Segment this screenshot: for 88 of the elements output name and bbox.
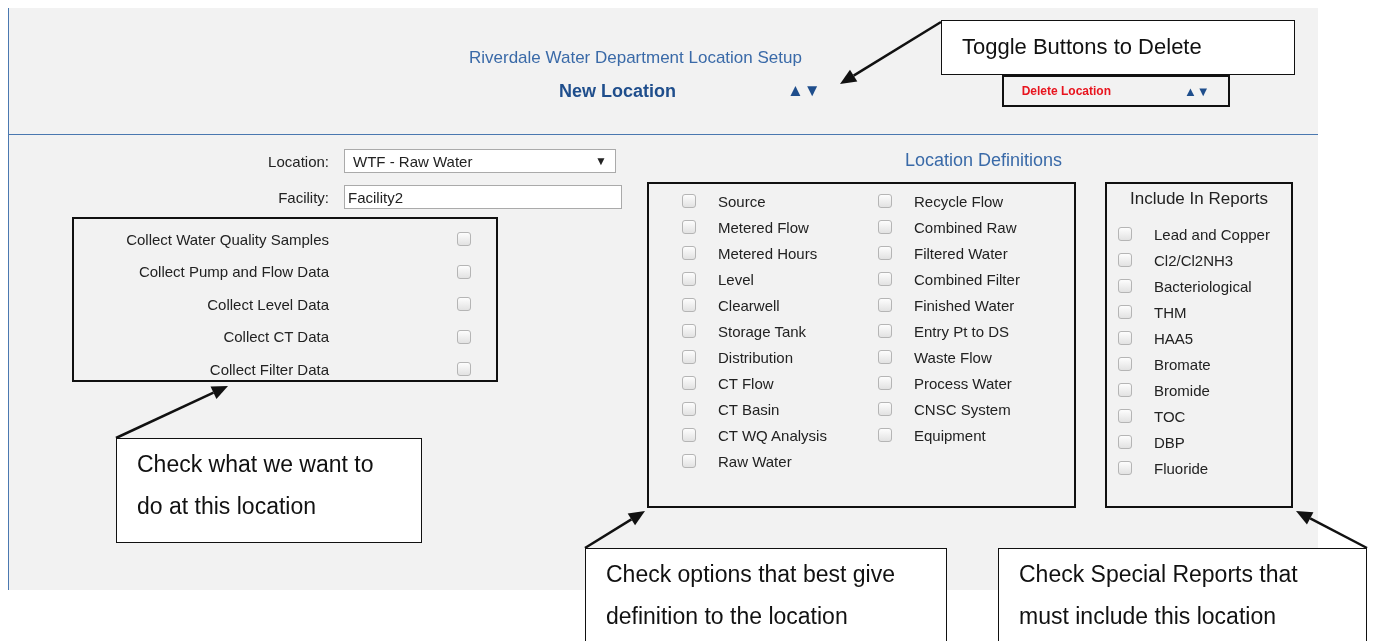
callout-note: Check options that best give definition to the location	[585, 548, 947, 641]
checkbox[interactable]	[682, 220, 696, 234]
option-label: Collect Filter Data	[208, 360, 329, 378]
checkbox[interactable]	[1118, 305, 1132, 319]
checkbox[interactable]	[1118, 227, 1132, 241]
option-label: Bacteriological	[1154, 277, 1252, 295]
checkbox[interactable]	[878, 194, 892, 208]
checkbox[interactable]	[878, 402, 892, 416]
option-label: Waste Flow	[914, 348, 992, 366]
field-label: Location:	[267, 152, 329, 170]
delete-location-toggle[interactable]: Delete Location ▲▼	[1001, 75, 1230, 107]
callout-note: Check Special Reports that must include this location	[998, 548, 1367, 641]
option-label: Distribution	[718, 348, 794, 366]
option-label: Bromide	[1154, 381, 1210, 399]
option-label: Process Water	[914, 374, 1012, 392]
callout-note: Check what we want to do at this location	[116, 438, 422, 543]
section-title: Include In Reports	[1130, 189, 1269, 209]
checkbox[interactable]	[1118, 461, 1132, 475]
option-label: Equipment	[914, 426, 986, 444]
location-select[interactable]: WTF - Raw Water ▼	[344, 149, 616, 173]
checkbox[interactable]	[682, 324, 696, 338]
checkbox[interactable]	[1118, 357, 1132, 371]
option-label: Cl2/Cl2NH3	[1154, 251, 1234, 269]
checkbox[interactable]	[457, 329, 471, 344]
option-label: Collect Level Data	[206, 295, 329, 313]
checkbox[interactable]	[682, 454, 696, 468]
option-label: Entry Pt to DS	[914, 322, 1010, 340]
option-label: Collect Water Quality Samples	[125, 230, 329, 248]
option-label: HAA5	[1154, 329, 1194, 347]
checkbox[interactable]	[878, 220, 892, 234]
checkbox[interactable]	[878, 272, 892, 286]
checkbox[interactable]	[878, 298, 892, 312]
option-label: Source	[718, 192, 766, 210]
checkbox[interactable]	[878, 376, 892, 390]
checkbox[interactable]	[878, 428, 892, 442]
page-title: Riverdale Water Department Location Setup	[469, 48, 802, 68]
checkbox[interactable]	[1118, 383, 1132, 397]
option-label: DBP	[1154, 433, 1185, 451]
option-label: Recycle Flow	[914, 192, 1004, 210]
option-label: Metered Flow	[718, 218, 809, 236]
checkbox[interactable]	[457, 362, 471, 377]
checkbox[interactable]	[1118, 435, 1132, 449]
option-label: CNSC System	[914, 400, 1011, 418]
option-label: CT WQ Analysis	[718, 426, 827, 444]
option-label: THM	[1154, 303, 1187, 321]
option-label: Clearwell	[718, 296, 780, 314]
option-label: TOC	[1154, 407, 1186, 425]
section-title: Location Definitions	[905, 150, 1063, 172]
checkbox[interactable]	[878, 246, 892, 260]
checkbox[interactable]	[682, 246, 696, 260]
checkbox[interactable]	[682, 428, 696, 442]
checkbox[interactable]	[682, 350, 696, 364]
checkbox[interactable]	[457, 297, 471, 312]
facility-field[interactable]: Facility2	[344, 185, 622, 209]
callout-arrow	[584, 511, 645, 550]
option-label: Combined Raw	[914, 218, 1017, 236]
checkbox[interactable]	[878, 324, 892, 338]
option-label: Fluoride	[1154, 459, 1209, 477]
option-label: Combined Filter	[914, 270, 1020, 288]
option-label: Bromate	[1154, 355, 1211, 373]
checkbox[interactable]	[682, 298, 696, 312]
option-label: Storage Tank	[718, 322, 807, 340]
checkbox[interactable]	[457, 232, 471, 247]
option-label: Lead and Copper	[1154, 225, 1270, 243]
page-subtitle: New Location	[559, 80, 676, 102]
checkbox[interactable]	[878, 350, 892, 364]
option-label: Raw Water	[718, 452, 792, 470]
checkbox[interactable]	[457, 264, 471, 279]
option-label: CT Basin	[718, 400, 780, 418]
option-label: Metered Hours	[718, 244, 818, 262]
option-label: Finished Water	[914, 296, 1015, 314]
option-label: Filtered Water	[914, 244, 1008, 262]
checkbox[interactable]	[1118, 279, 1132, 293]
callout-note: Toggle Buttons to Delete	[941, 20, 1295, 75]
toggle-arrows[interactable]: ▲▼	[787, 81, 821, 101]
checkbox[interactable]	[682, 272, 696, 286]
option-label: Level	[718, 270, 754, 288]
checkbox[interactable]	[1118, 331, 1132, 345]
option-label: CT Flow	[718, 374, 774, 392]
checkbox[interactable]	[682, 376, 696, 390]
callout-arrow	[1296, 511, 1368, 550]
checkbox[interactable]	[1118, 253, 1132, 267]
checkbox[interactable]	[682, 194, 696, 208]
option-label: Collect CT Data	[222, 328, 329, 346]
checkbox[interactable]	[1118, 409, 1132, 423]
option-label: Collect Pump and Flow Data	[137, 263, 329, 281]
field-label: Facility:	[277, 188, 329, 206]
checkbox[interactable]	[682, 402, 696, 416]
